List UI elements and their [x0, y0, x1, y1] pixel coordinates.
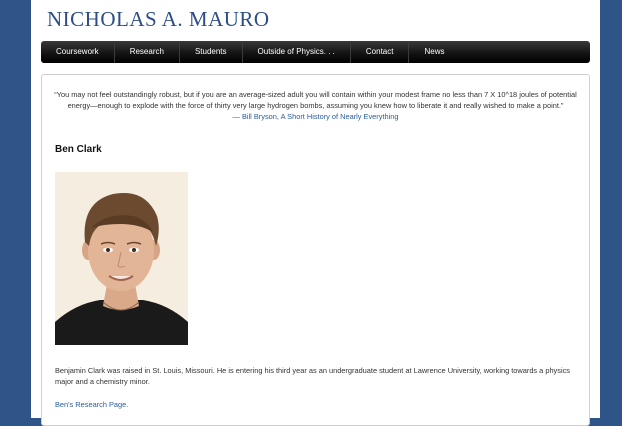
- person-name: Ben Clark: [55, 144, 102, 155]
- quote-attribution: — Bill Bryson, A Short History of Nearly…: [52, 111, 579, 122]
- nav-item-news[interactable]: News: [409, 41, 459, 63]
- research-page-link[interactable]: Ben's Research Page.: [55, 400, 128, 409]
- main-nav: Coursework Research Students Outside of …: [41, 41, 590, 63]
- nav-item-outside-of-physics[interactable]: Outside of Physics. . .: [243, 41, 351, 63]
- quote-author-link[interactable]: Bill Bryson: [242, 112, 277, 121]
- quote-block: “You may not feel outstandingly robust, …: [52, 89, 579, 122]
- content-panel: “You may not feel outstandingly robust, …: [41, 74, 590, 426]
- page-container: NICHOLAS A. MAURO Coursework Research St…: [31, 0, 600, 426]
- profile-photo: [55, 172, 188, 345]
- nav-item-coursework[interactable]: Coursework: [41, 41, 115, 63]
- site-title[interactable]: NICHOLAS A. MAURO: [47, 7, 270, 32]
- bio-text: Benjamin Clark was raised in St. Louis, …: [55, 366, 570, 386]
- nav-item-research[interactable]: Research: [115, 41, 180, 63]
- nav-item-contact[interactable]: Contact: [351, 41, 410, 63]
- quote-text: “You may not feel outstandingly robust, …: [54, 90, 577, 110]
- quote-dash: —: [232, 112, 242, 121]
- quote-book-link[interactable]: A Short History of Nearly Everything: [281, 112, 399, 121]
- nav-item-students[interactable]: Students: [180, 41, 243, 63]
